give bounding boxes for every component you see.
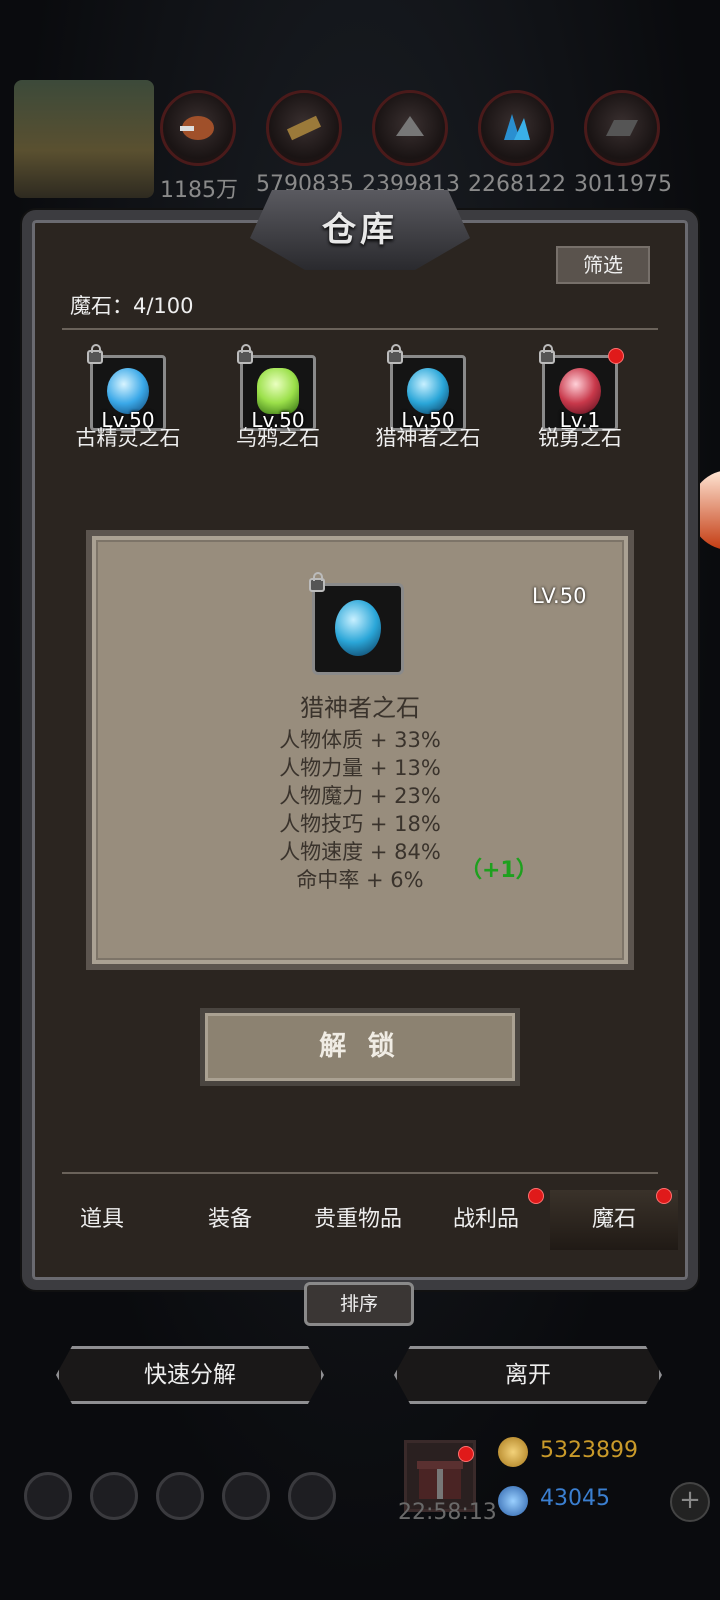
resource-value-crystal: 2268122 [468, 172, 566, 197]
resource-value-meat: 1185万 [160, 178, 238, 203]
window-title: 仓库 [322, 210, 398, 250]
resource-value-iron: 3011975 [574, 172, 672, 197]
speed-bonus: （+1） [460, 858, 538, 883]
stone-name: 乌鸦之石 [236, 426, 320, 450]
iron-icon[interactable] [584, 90, 660, 166]
detail-stone-icon [309, 572, 404, 675]
stat-line: 人物技巧 + 18% [279, 812, 441, 836]
lock-icon [87, 344, 103, 364]
menu-icon[interactable] [90, 1472, 138, 1520]
mail-icon[interactable] [222, 1472, 270, 1520]
stone-name: 古精灵之石 [75, 426, 181, 450]
wood-icon[interactable] [266, 90, 342, 166]
sort-button[interactable]: 排序 [304, 1282, 414, 1326]
tab-equipment[interactable]: 装备 [166, 1190, 294, 1250]
map-icon[interactable] [288, 1472, 336, 1520]
settings-icon[interactable] [24, 1472, 72, 1520]
stone-name: 锐勇之石 [538, 426, 622, 450]
stat-line: 人物体质 + 33% [279, 728, 441, 752]
stone-slot-ancient-elf[interactable]: Lv.50 [87, 344, 166, 432]
lock-icon [309, 572, 325, 592]
gem-icon [335, 600, 381, 656]
lock-icon [387, 344, 403, 364]
stone-icon[interactable] [372, 90, 448, 166]
stone-slot-god-hunter[interactable]: Lv.50 [387, 344, 466, 432]
gold-coin-icon [498, 1437, 528, 1467]
stone-slot-valor[interactable]: Lv.1 [539, 344, 618, 432]
notification-dot [458, 1446, 474, 1462]
guild-icon[interactable] [156, 1472, 204, 1520]
stone-slot-crow[interactable]: Lv.50 [237, 344, 316, 432]
gold-amount: 5323899 [540, 1438, 638, 1463]
filter-button[interactable]: 筛选 [556, 246, 650, 284]
unlock-button[interactable]: 解 锁 [200, 1008, 520, 1086]
leave-button[interactable]: 离开 [394, 1346, 662, 1404]
tab-valuables[interactable]: 贵重物品 [294, 1190, 422, 1250]
magic-stone-count: 魔石：4/100 [70, 294, 194, 318]
stat-line: 人物力量 + 13% [279, 756, 441, 780]
divider [62, 1172, 658, 1174]
lock-icon [539, 344, 555, 364]
gem-amount: 43045 [540, 1486, 610, 1511]
tab-items[interactable]: 道具 [38, 1190, 166, 1250]
add-currency-button[interactable]: + [670, 1482, 710, 1522]
notification-dot [608, 348, 624, 364]
detail-level: LV.50 [532, 584, 587, 608]
gem-currency-icon [498, 1486, 528, 1516]
quick-decompose-button[interactable]: 快速分解 [56, 1346, 324, 1404]
stat-line: 人物速度 + 84% [279, 840, 441, 864]
stone-name: 猎神者之石 [375, 426, 481, 450]
player-avatar[interactable] [14, 80, 154, 198]
divider [62, 328, 658, 330]
detail-stone-name: 猎神者之石 [300, 694, 420, 722]
gift-timer: 22:58:13 [398, 1500, 497, 1525]
meat-icon[interactable] [160, 90, 236, 166]
stat-line: 人物魔力 + 23% [279, 784, 441, 808]
notification-dot [656, 1188, 672, 1204]
crystal-icon[interactable] [478, 90, 554, 166]
notification-dot [528, 1188, 544, 1204]
stat-line: 命中率 + 6% [296, 868, 424, 892]
lock-icon [237, 344, 253, 364]
